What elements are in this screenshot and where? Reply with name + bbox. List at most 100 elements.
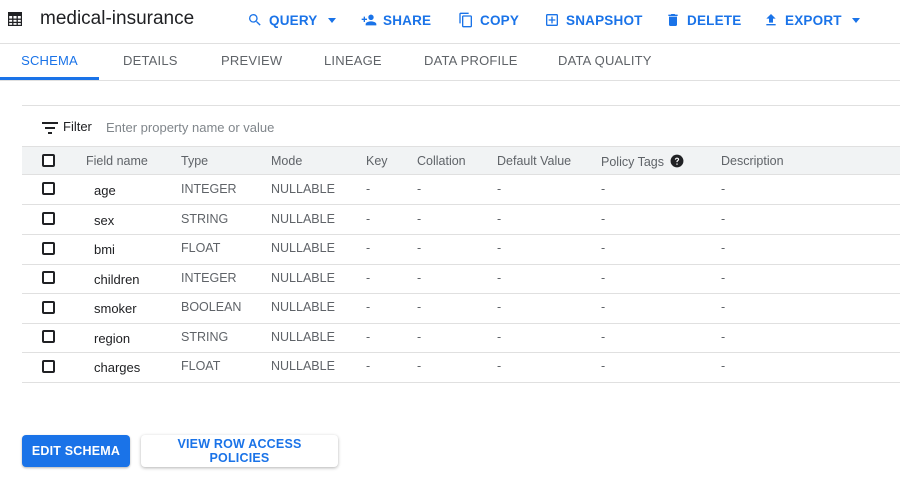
default-value-cell: - <box>497 300 502 314</box>
column-header-collation[interactable]: Collation <box>417 154 466 168</box>
description-cell: - <box>721 212 726 226</box>
mode-cell: NULLABLE <box>271 330 335 344</box>
column-header-type[interactable]: Type <box>181 154 208 168</box>
collation-cell: - <box>417 330 422 344</box>
divider <box>0 80 900 81</box>
collation-cell: - <box>417 300 422 314</box>
chevron-down-icon <box>327 17 336 23</box>
row-checkbox[interactable] <box>42 242 55 255</box>
edit-schema-button[interactable]: EDIT SCHEMA <box>22 435 130 467</box>
policy-tags-cell: - <box>601 271 606 285</box>
column-header-description[interactable]: Description <box>721 154 784 168</box>
collation-cell: - <box>417 359 422 373</box>
policy-tags-cell: - <box>601 300 606 314</box>
export-button[interactable]: EXPORT <box>763 11 860 29</box>
row-checkbox[interactable] <box>42 212 55 225</box>
column-header-policy-tags: Policy Tags <box>601 154 684 169</box>
field-name-link[interactable]: bmi <box>94 242 115 257</box>
key-cell: - <box>366 330 371 344</box>
person-add-icon <box>361 14 377 26</box>
chevron-down-icon <box>851 17 860 23</box>
filter-bar: Filter <box>22 105 900 147</box>
search-icon <box>249 14 261 26</box>
mode-cell: NULLABLE <box>271 300 335 314</box>
policy-tags-cell: - <box>601 241 606 255</box>
field-name-link[interactable]: smoker <box>94 301 137 316</box>
mode-cell: NULLABLE <box>271 241 335 255</box>
type-cell: STRING <box>181 212 229 226</box>
tab-details[interactable]: DETAILS <box>123 44 178 78</box>
key-cell: - <box>366 241 371 255</box>
snapshot-icon <box>546 14 558 26</box>
table-row: age INTEGER NULLABLE - - - - - <box>22 175 900 205</box>
policy-tags-cell: - <box>601 359 606 373</box>
column-header-default-value[interactable]: Default Value <box>497 154 571 168</box>
field-name-link[interactable]: charges <box>94 360 140 375</box>
table-row: smoker BOOLEAN NULLABLE - - - - - <box>22 294 900 324</box>
default-value-cell: - <box>497 182 502 196</box>
type-cell: FLOAT <box>181 359 221 373</box>
view-row-access-policies-button[interactable]: VIEW ROW ACCESS POLICIES <box>141 435 338 467</box>
row-checkbox[interactable] <box>42 360 55 373</box>
type-cell: INTEGER <box>181 182 237 196</box>
select-all-checkbox[interactable] <box>42 154 55 167</box>
key-cell: - <box>366 182 371 196</box>
policy-tags-cell: - <box>601 330 606 344</box>
collation-cell: - <box>417 271 422 285</box>
field-name-link[interactable]: children <box>94 272 140 287</box>
policy-tags-cell: - <box>601 182 606 196</box>
default-value-cell: - <box>497 330 502 344</box>
field-name-link[interactable]: region <box>94 331 130 346</box>
mode-cell: NULLABLE <box>271 182 335 196</box>
share-button[interactable]: SHARE <box>361 11 431 29</box>
export-label: EXPORT <box>785 12 842 28</box>
snapshot-button[interactable]: SNAPSHOT <box>544 11 643 29</box>
field-name-link[interactable]: sex <box>94 213 114 228</box>
tab-bar: SCHEMA DETAILS PREVIEW LINEAGE DATA PROF… <box>0 44 900 80</box>
table-header: Field name Type Mode Key Collation Defau… <box>22 146 900 175</box>
policy-tags-cell: - <box>601 212 606 226</box>
toolbar: medical-insurance QUERY SHARE COPY SNAPS… <box>0 0 900 40</box>
row-checkbox[interactable] <box>42 330 55 343</box>
collation-cell: - <box>417 212 422 226</box>
table-row: bmi FLOAT NULLABLE - - - - - <box>22 235 900 265</box>
filter-label: Filter <box>63 119 92 134</box>
default-value-cell: - <box>497 271 502 285</box>
page-title: medical-insurance <box>40 8 195 29</box>
copy-icon <box>459 12 472 28</box>
column-header-key[interactable]: Key <box>366 154 388 168</box>
row-checkbox[interactable] <box>42 271 55 284</box>
delete-button[interactable]: DELETE <box>665 11 741 29</box>
snapshot-label: SNAPSHOT <box>566 12 643 28</box>
column-header-mode[interactable]: Mode <box>271 154 302 168</box>
table-row: region STRING NULLABLE - - - - - <box>22 323 900 353</box>
tab-schema[interactable]: SCHEMA <box>0 44 99 78</box>
table-icon <box>8 12 22 26</box>
copy-button[interactable]: COPY <box>458 11 519 29</box>
tab-lineage[interactable]: LINEAGE <box>324 44 382 78</box>
policy-tags-label: Policy Tags <box>601 155 664 169</box>
query-label: QUERY <box>269 12 318 28</box>
help-icon[interactable] <box>670 154 684 168</box>
default-value-cell: - <box>497 212 502 226</box>
column-header-field-name[interactable]: Field name <box>86 154 148 168</box>
description-cell: - <box>721 330 726 344</box>
filter-icon <box>42 122 58 134</box>
table-row: children INTEGER NULLABLE - - - - - <box>22 264 900 294</box>
row-checkbox[interactable] <box>42 301 55 314</box>
delete-label: DELETE <box>687 12 742 28</box>
trash-icon <box>668 14 678 26</box>
type-cell: INTEGER <box>181 271 237 285</box>
upload-icon <box>766 14 776 26</box>
type-cell: BOOLEAN <box>181 300 242 314</box>
tab-data-profile[interactable]: DATA PROFILE <box>424 44 518 78</box>
field-name-link[interactable]: age <box>94 183 116 198</box>
description-cell: - <box>721 300 726 314</box>
tab-data-quality[interactable]: DATA QUALITY <box>558 44 652 78</box>
key-cell: - <box>366 359 371 373</box>
row-checkbox[interactable] <box>42 182 55 195</box>
filter-input[interactable] <box>104 115 508 139</box>
query-button[interactable]: QUERY <box>247 11 336 29</box>
tab-preview[interactable]: PREVIEW <box>221 44 282 78</box>
description-cell: - <box>721 359 726 373</box>
